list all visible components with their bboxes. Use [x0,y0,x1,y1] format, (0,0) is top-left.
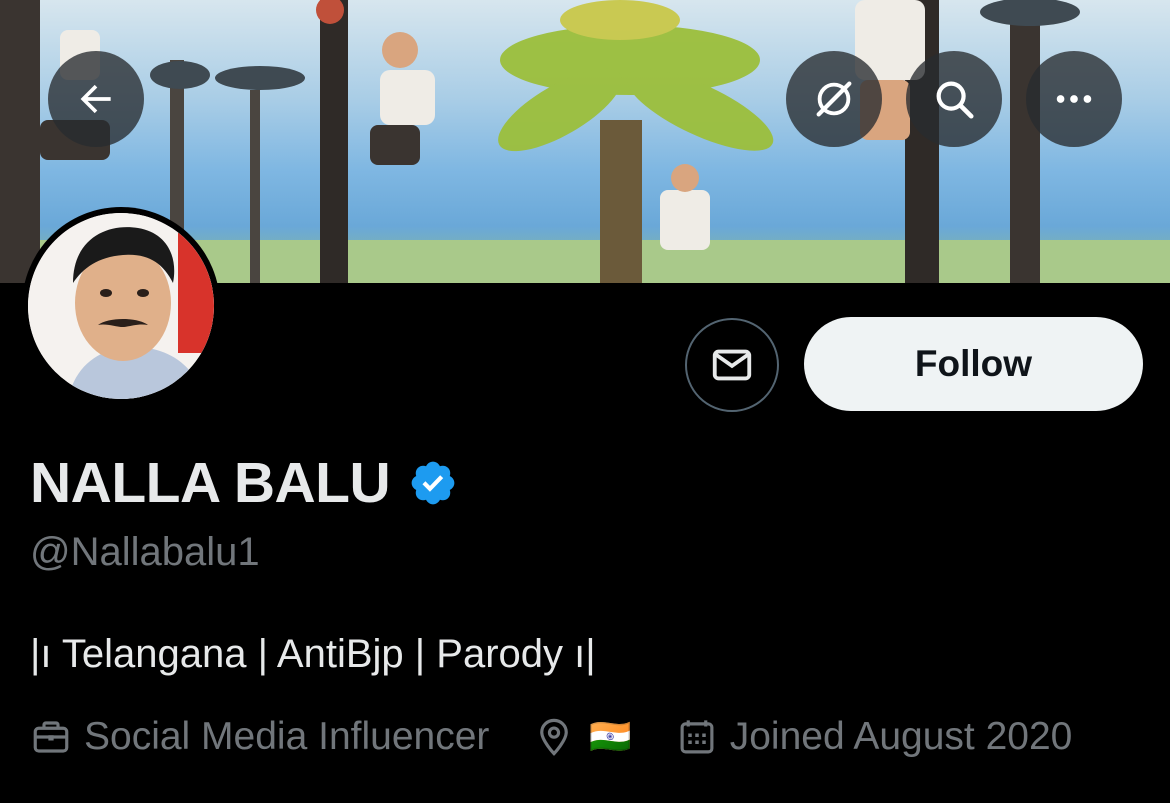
joined-item: Joined August 2020 [676,715,1073,759]
search-button[interactable] [906,51,1002,147]
envelope-icon [712,349,752,381]
grok-icon [816,81,852,117]
profile-name-row: NALLA BALU [30,450,458,516]
display-name: NALLA BALU [30,451,391,515]
verified-badge-icon [411,461,455,505]
handle: @Nallabalu1 [30,530,260,574]
more-button[interactable] [1026,51,1122,147]
location-item: 🇮🇳 [533,716,632,758]
location-flag: 🇮🇳 [589,718,632,756]
arrow-left-icon [80,84,111,114]
briefcase-icon [33,721,69,753]
bio: |ı Telangana | AntiBjp | Parody ı| [30,632,596,676]
location-pin-icon [540,718,569,756]
profession-item: Social Media Influencer [30,715,489,759]
more-horizontal-icon [1056,95,1092,103]
grok-button[interactable] [786,51,882,147]
avatar[interactable] [22,207,220,405]
joined-date: Joined August 2020 [729,715,1073,758]
back-button[interactable] [48,51,144,147]
profile-meta: Social Media Influencer 🇮🇳 Joined August… [30,715,1116,759]
avatar-image [28,213,214,399]
message-button[interactable] [685,318,779,412]
calendar-icon [680,720,714,754]
follow-button[interactable]: Follow [804,317,1143,411]
search-icon [936,81,974,119]
profession-label: Social Media Influencer [84,715,490,758]
